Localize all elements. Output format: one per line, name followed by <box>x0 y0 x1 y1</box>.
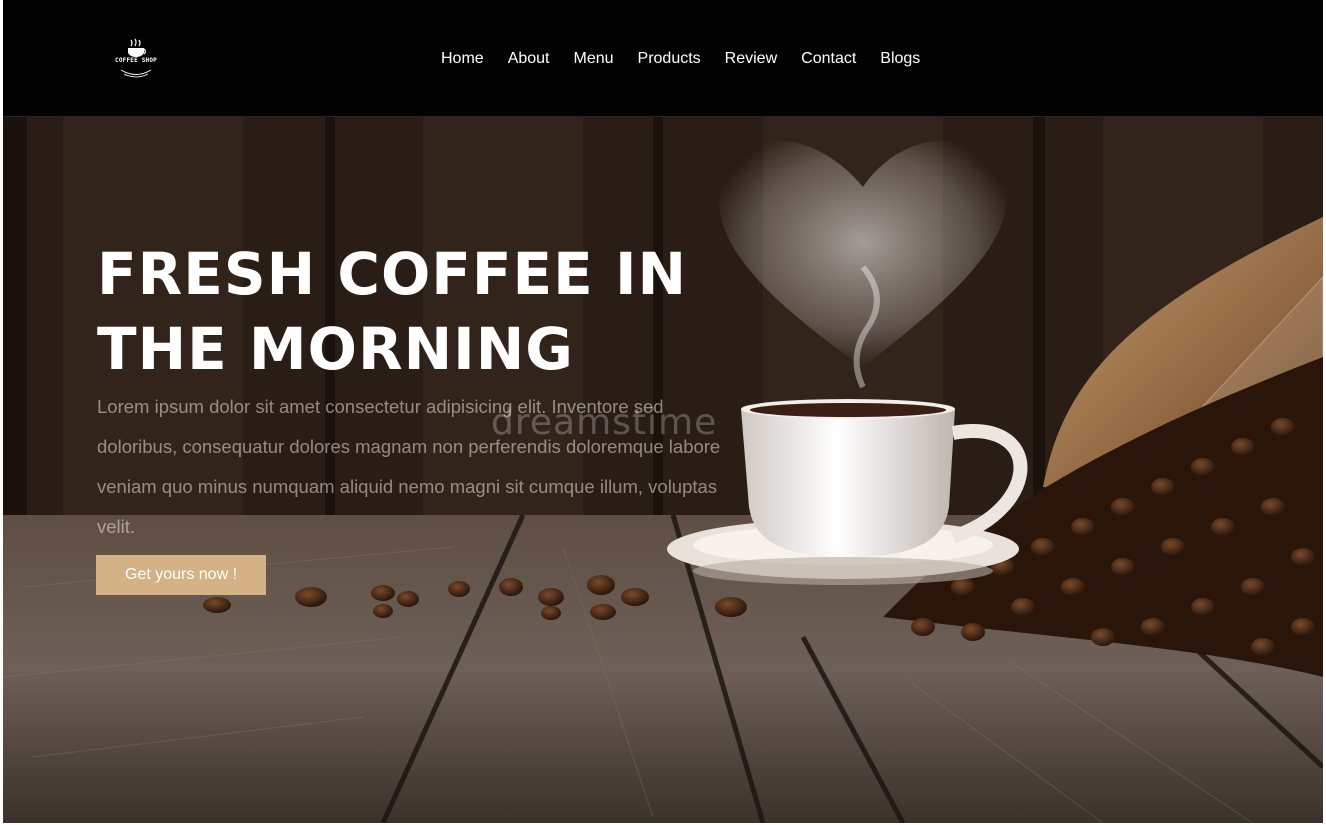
coffee-shop-logo[interactable]: COFFEE SHOP <box>113 36 163 82</box>
logo-text: COFFEE SHOP <box>115 57 157 64</box>
nav-blogs[interactable]: Blogs <box>880 50 920 68</box>
hero-title-line2: THE MORNING <box>97 315 574 383</box>
nav-home[interactable]: Home <box>441 50 484 68</box>
hero-title: FRESH COFFEE IN THE MORNING <box>97 237 737 387</box>
nav-menu[interactable]: Menu <box>574 50 614 68</box>
page: COFFEE SHOP Home About Menu Products Rev… <box>3 0 1323 823</box>
main-nav: Home About Menu Products Review Contact … <box>441 50 920 68</box>
nav-review[interactable]: Review <box>725 50 777 68</box>
nav-products[interactable]: Products <box>638 50 701 68</box>
watermark: dreamstime <box>491 402 718 443</box>
hero-section: FRESH COFFEE IN THE MORNING Lorem ipsum … <box>3 117 1323 823</box>
nav-contact[interactable]: Contact <box>801 50 856 68</box>
nav-about[interactable]: About <box>508 50 550 68</box>
hero-title-line1: FRESH COFFEE IN <box>97 240 688 308</box>
site-header: COFFEE SHOP Home About Menu Products Rev… <box>3 0 1323 117</box>
get-yours-now-button[interactable]: Get yours now ! <box>96 555 266 595</box>
